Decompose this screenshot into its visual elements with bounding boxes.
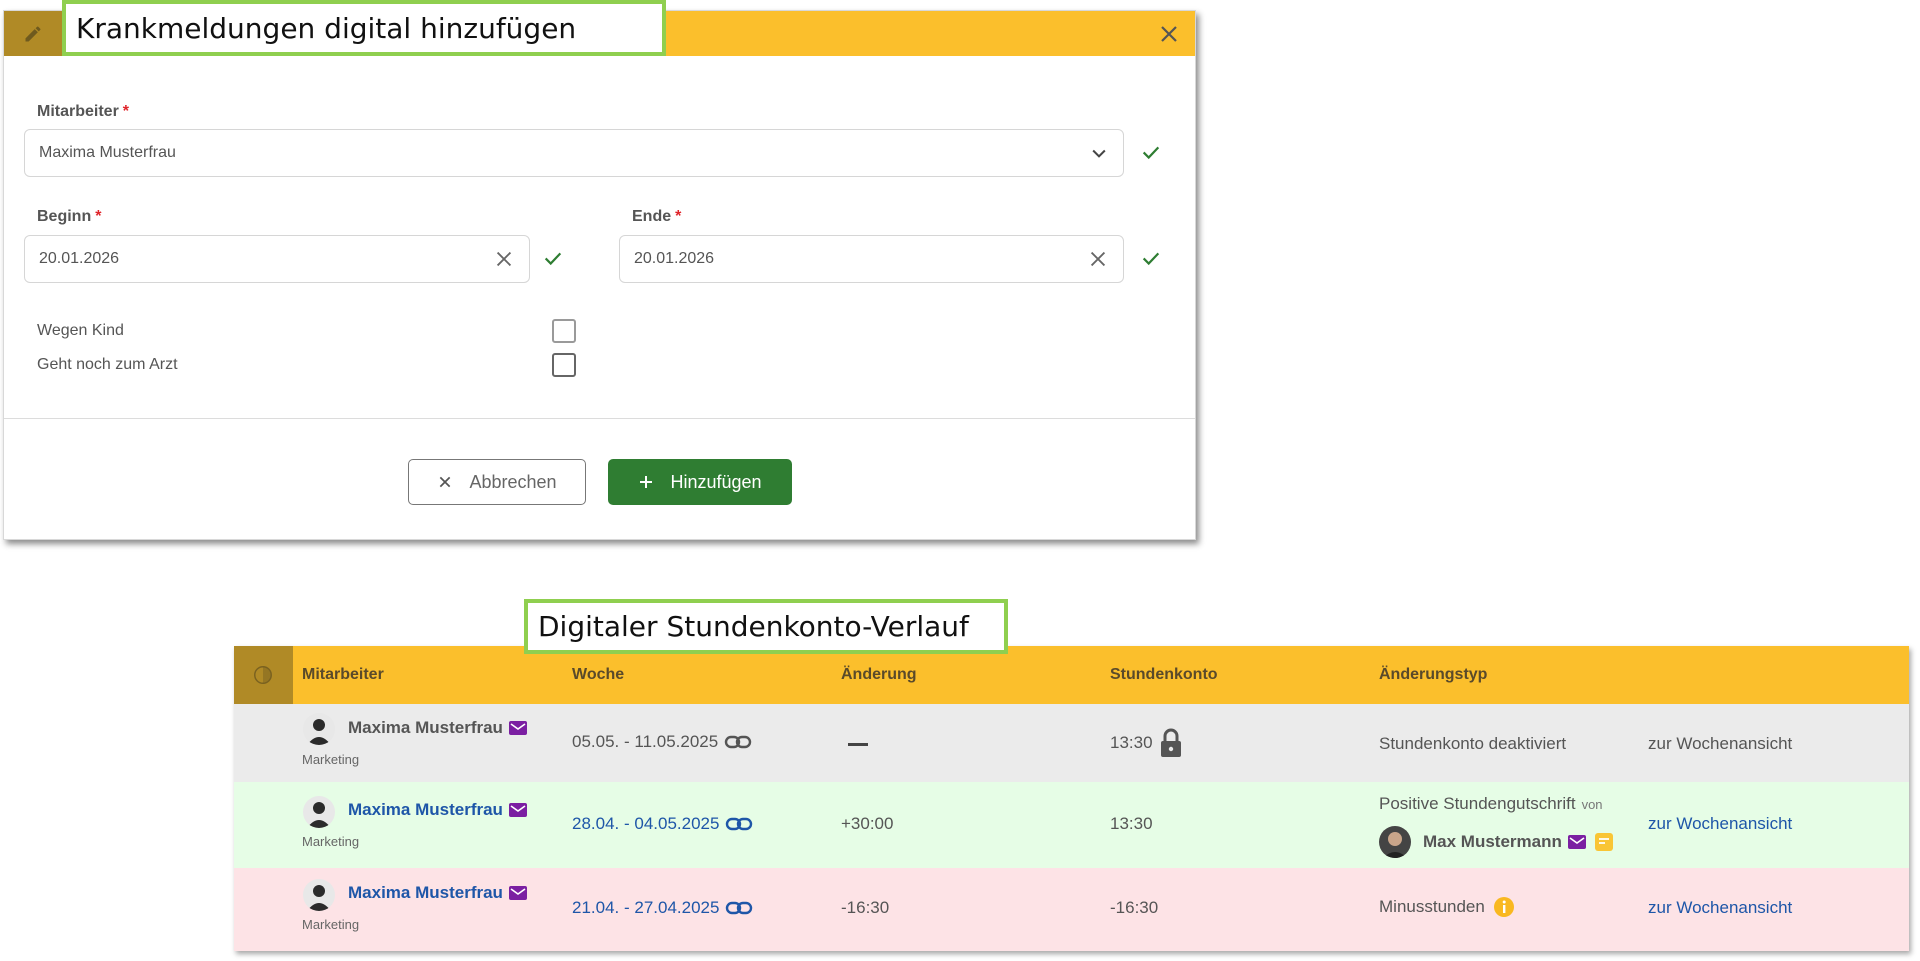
- cancel-button[interactable]: Abbrechen: [408, 459, 586, 505]
- change-type: Positive Stundengutschrift von: [1379, 794, 1603, 813]
- employee-name[interactable]: Maxima Musterfrau: [348, 718, 527, 738]
- add-button[interactable]: Hinzufügen: [608, 459, 792, 505]
- clear-icon[interactable]: [493, 248, 515, 270]
- lock-icon: [1160, 728, 1181, 757]
- sick-note-dialog: Mitarbeiter * Maxima Musterfrau Beginn * 2…: [3, 10, 1196, 540]
- balance-value: 13:30: [1110, 814, 1153, 833]
- history-icon: [254, 666, 272, 684]
- close-icon[interactable]: [1157, 22, 1181, 46]
- column-header-change[interactable]: Änderung: [841, 666, 917, 684]
- week-range-link[interactable]: 21.04. - 27.04.2025: [572, 898, 753, 918]
- end-date-value: 20.01.2026: [634, 250, 715, 267]
- week-view-link[interactable]: zur Wochenansicht: [1648, 734, 1792, 754]
- change-value: +30:00: [841, 814, 894, 833]
- link-icon[interactable]: [724, 734, 752, 750]
- employee-label: Mitarbeiter *: [37, 103, 130, 120]
- change-value: -16:30: [841, 898, 890, 917]
- mail-icon[interactable]: [508, 803, 527, 817]
- employee-name[interactable]: Maxima Musterfrau: [348, 800, 527, 820]
- because-of-child-label: Wegen Kind: [37, 322, 124, 339]
- clear-icon[interactable]: [1087, 248, 1109, 270]
- close-icon: [440, 476, 451, 488]
- no-change-dash: [848, 743, 868, 746]
- checkmark-icon: [544, 252, 562, 266]
- mail-icon[interactable]: [508, 886, 527, 900]
- mail-icon[interactable]: [508, 721, 527, 735]
- hour-account-history-table: Mitarbeiter Woche Änderung Stundenkonto …: [234, 646, 1909, 951]
- change-type: Stundenkonto deaktiviert: [1379, 734, 1567, 753]
- edit-icon-box: [4, 11, 64, 56]
- end-label: Ende *: [632, 208, 682, 225]
- employee-select[interactable]: Maxima Musterfrau: [24, 129, 1124, 177]
- required-mark: *: [675, 208, 682, 225]
- by-label: von: [1581, 796, 1603, 812]
- dialog-divider: [4, 418, 1195, 419]
- cancel-button-label: Abbrechen: [469, 471, 557, 492]
- because-of-child-checkbox[interactable]: [552, 319, 576, 343]
- employee-department: Marketing: [302, 752, 360, 767]
- required-mark: *: [122, 103, 130, 120]
- doctor-visit-label: Geht noch zum Arzt: [37, 356, 178, 373]
- column-header-change-type[interactable]: Änderungstyp: [1379, 666, 1487, 684]
- week-view-link[interactable]: zur Wochenansicht: [1648, 814, 1792, 834]
- changed-by-name: Max Mustermann: [1423, 832, 1562, 851]
- doctor-visit-checkbox[interactable]: [552, 353, 576, 377]
- history-title: Digitaler Stundenkonto-Verlauf: [524, 599, 1008, 654]
- dialog-title: Krankmeldungen digital hinzufügen: [62, 0, 666, 56]
- week-range: 05.05. - 11.05.2025: [572, 732, 752, 752]
- employee-department: Marketing: [302, 917, 360, 932]
- column-header-employee[interactable]: Mitarbeiter: [302, 666, 384, 684]
- end-date-input[interactable]: 20.01.2026: [619, 235, 1124, 283]
- table-row: Maxima Musterfrau Marketing 28.04. - 04.…: [234, 782, 1909, 868]
- column-header-week[interactable]: Woche: [572, 666, 624, 684]
- header-corner: [234, 646, 293, 704]
- chevron-down-icon[interactable]: [1089, 143, 1109, 163]
- link-icon[interactable]: [725, 900, 753, 916]
- checkmark-icon: [1142, 146, 1160, 160]
- table-row: Maxima Musterfrau Marketing 21.04. - 27.…: [234, 868, 1909, 951]
- required-mark: *: [95, 208, 102, 225]
- avatar: [1379, 826, 1411, 858]
- plus-icon: [640, 476, 653, 488]
- start-date-value: 20.01.2026: [39, 250, 120, 267]
- info-icon[interactable]: [1493, 896, 1515, 918]
- balance-value: 13:30: [1110, 728, 1183, 758]
- employee-name[interactable]: Maxima Musterfrau: [348, 883, 527, 903]
- checkmark-icon: [1142, 252, 1160, 266]
- avatar: [303, 879, 335, 911]
- start-date-input[interactable]: 20.01.2026: [24, 235, 530, 283]
- column-header-balance[interactable]: Stundenkonto: [1110, 666, 1218, 684]
- change-type: Minusstunden: [1379, 896, 1515, 918]
- changed-by-user[interactable]: Max Mustermann: [1379, 826, 1614, 858]
- avatar: [303, 713, 335, 745]
- week-view-link[interactable]: zur Wochenansicht: [1648, 898, 1792, 918]
- week-range-link[interactable]: 28.04. - 04.05.2025: [572, 814, 753, 834]
- table-header: Mitarbeiter Woche Änderung Stundenkonto …: [234, 646, 1909, 704]
- employee-department: Marketing: [302, 834, 360, 849]
- add-button-label: Hinzufügen: [670, 471, 762, 492]
- pencil-icon: [25, 26, 41, 42]
- start-label: Beginn *: [37, 208, 102, 225]
- employee-select-value: Maxima Musterfrau: [39, 144, 176, 161]
- table-row: Maxima Musterfrau Marketing 05.05. - 11.…: [234, 704, 1909, 782]
- balance-value: -16:30: [1110, 898, 1159, 917]
- note-icon[interactable]: [1594, 832, 1614, 852]
- mail-icon[interactable]: [1567, 835, 1586, 849]
- link-icon[interactable]: [725, 816, 753, 832]
- avatar: [303, 796, 335, 828]
